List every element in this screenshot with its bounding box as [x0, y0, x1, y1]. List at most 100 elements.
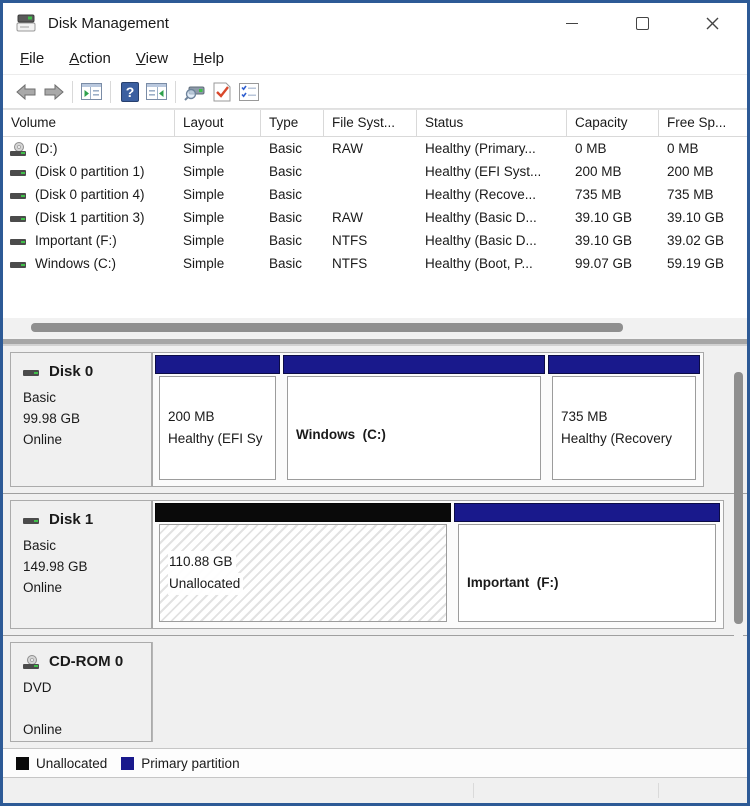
- legend-label-unallocated: Unallocated: [36, 755, 108, 771]
- show-action-pane-button[interactable]: [143, 78, 170, 105]
- unallocated-color-band: [155, 503, 451, 522]
- partition-size: 735 MB: [561, 409, 608, 424]
- cdrom0-label-panel[interactable]: CD-ROM 0 DVD Online: [10, 642, 152, 742]
- menu-file[interactable]: File: [20, 50, 44, 67]
- partition-windows-c[interactable]: Windows (C:) 99.07 GB NTFS Healthy (Boot…: [283, 355, 545, 484]
- cell-status: Healthy (Primary...: [425, 141, 536, 156]
- disk-name: Disk 0: [49, 363, 94, 380]
- partition-important-f[interactable]: Important (F:) 39.10 GB NTFS Healthy (Ba…: [454, 503, 720, 626]
- disk-drive-icon: [23, 366, 41, 378]
- cell-free-space: 39.02 GB: [667, 233, 725, 248]
- maximize-button[interactable]: [607, 3, 677, 43]
- menu-action[interactable]: Action: [69, 50, 111, 67]
- partition-recovery[interactable]: 735 MB Healthy (Recovery: [548, 355, 700, 484]
- back-button[interactable]: [13, 78, 40, 105]
- horizontal-scrollbar-thumb[interactable]: [31, 323, 623, 332]
- disk-size: [23, 698, 151, 719]
- minimize-button[interactable]: [537, 3, 607, 43]
- cell-capacity: 735 MB: [575, 187, 622, 202]
- partition-title: Windows (C:): [296, 427, 386, 442]
- table-row[interactable]: Windows (C:) Simple Basic NTFS Healthy (…: [3, 252, 747, 275]
- disk-status: Online: [23, 432, 63, 447]
- minimize-icon: [566, 22, 578, 24]
- volume-name: (Disk 1 partition 3): [35, 210, 145, 225]
- menu-help[interactable]: Help: [193, 50, 224, 67]
- graphical-view-pane: Disk 0 Basic 99.98 GB Online 200 MB Heal…: [3, 346, 747, 803]
- partition-title: Important (F:): [467, 575, 559, 590]
- toolbar-separator: [72, 80, 73, 103]
- unallocated-status: Unallocated: [168, 573, 244, 595]
- title-bar: Disk Management: [3, 3, 747, 43]
- volume-name: (D:): [35, 141, 58, 156]
- column-header-type[interactable]: Type: [261, 110, 324, 136]
- volume-name: (Disk 0 partition 1): [35, 164, 145, 179]
- statusbar-separator: [658, 783, 659, 798]
- vertical-scrollbar-thumb[interactable]: [734, 372, 743, 624]
- cd-drive-icon: [23, 654, 41, 669]
- cell-capacity: 39.10 GB: [575, 210, 633, 225]
- horizontal-scrollbar[interactable]: [3, 318, 747, 337]
- cell-capacity: 0 MB: [575, 141, 607, 156]
- check-document-icon: [213, 82, 230, 101]
- cell-type: Basic: [269, 141, 303, 156]
- table-row[interactable]: (D:) Simple Basic RAW Healthy (Primary..…: [3, 137, 747, 160]
- table-row[interactable]: (Disk 1 partition 3) Simple Basic RAW He…: [3, 206, 747, 229]
- legend-label-primary-partition: Primary partition: [141, 755, 240, 771]
- rescan-disks-icon: [183, 86, 204, 101]
- cell-free-space: 200 MB: [667, 164, 714, 179]
- svg-text:?: ?: [125, 84, 134, 100]
- menu-view[interactable]: View: [136, 50, 168, 67]
- cell-free-space: 39.10 GB: [667, 210, 725, 225]
- disk-row-disk0: Disk 0 Basic 99.98 GB Online 200 MB Heal…: [3, 346, 747, 494]
- disk-type: DVD: [23, 680, 52, 695]
- help-button[interactable]: ?: [116, 78, 143, 105]
- cell-type: Basic: [269, 210, 303, 225]
- cell-layout: Simple: [183, 164, 225, 179]
- cd-drive-icon: [10, 141, 28, 156]
- cell-capacity: 200 MB: [575, 164, 622, 179]
- disk-drive-icon: [10, 235, 28, 247]
- close-button[interactable]: [677, 3, 747, 43]
- disk-type: Basic: [23, 390, 57, 405]
- unallocated-region[interactable]: 110.88 GB Unallocated: [155, 503, 451, 626]
- properties-checklist-button[interactable]: [235, 78, 262, 105]
- column-header-capacity[interactable]: Capacity: [567, 110, 659, 136]
- column-header-status[interactable]: Status: [417, 110, 567, 136]
- table-row[interactable]: (Disk 0 partition 4) Simple Basic Health…: [3, 183, 747, 206]
- table-row[interactable]: Important (F:) Simple Basic NTFS Healthy…: [3, 229, 747, 252]
- action-check-button[interactable]: [208, 78, 235, 105]
- status-bar: [3, 778, 747, 803]
- column-header-volume[interactable]: Volume: [3, 110, 175, 136]
- toolbar-separator: [175, 80, 176, 103]
- cell-status: Healthy (Boot, P...: [425, 256, 533, 271]
- cell-free-space: 735 MB: [667, 187, 714, 202]
- vertical-scrollbar[interactable]: [734, 350, 743, 746]
- disk-drive-icon: [10, 258, 28, 270]
- unallocated-size: 110.88 GB: [168, 551, 236, 573]
- partition-efi[interactable]: 200 MB Healthy (EFI Sy: [155, 355, 280, 484]
- close-icon: [706, 17, 718, 29]
- cdrom-empty-media-area: [152, 642, 740, 742]
- disk-drive-icon: [10, 212, 28, 224]
- column-header-free-space[interactable]: Free Sp...: [659, 110, 747, 136]
- disk1-label-panel[interactable]: Disk 1 Basic 149.98 GB Online: [10, 500, 152, 629]
- disk1-partition-strip: 110.88 GB Unallocated Important (F:) 39.…: [152, 500, 724, 629]
- cell-type: Basic: [269, 256, 303, 271]
- checklist-icon: [238, 82, 259, 101]
- forward-button[interactable]: [40, 78, 67, 105]
- show-console-tree-button[interactable]: [78, 78, 105, 105]
- cell-status: Healthy (EFI Syst...: [425, 164, 542, 179]
- volume-name: (Disk 0 partition 4): [35, 187, 145, 202]
- disk-type: Basic: [23, 538, 57, 553]
- pane-splitter[interactable]: [3, 337, 747, 346]
- rescan-disks-button[interactable]: [181, 78, 208, 105]
- cell-type: Basic: [269, 164, 303, 179]
- volume-name: Windows (C:): [35, 256, 117, 271]
- column-header-file-system[interactable]: File Syst...: [324, 110, 417, 136]
- column-header-layout[interactable]: Layout: [175, 110, 261, 136]
- partition-color-band: [283, 355, 545, 374]
- table-row[interactable]: (Disk 0 partition 1) Simple Basic Health…: [3, 160, 747, 183]
- unallocated-swatch: [16, 756, 29, 770]
- disk0-label-panel[interactable]: Disk 0 Basic 99.98 GB Online: [10, 352, 152, 487]
- disk-management-window: Disk Management File Action View Help ? …: [0, 0, 750, 806]
